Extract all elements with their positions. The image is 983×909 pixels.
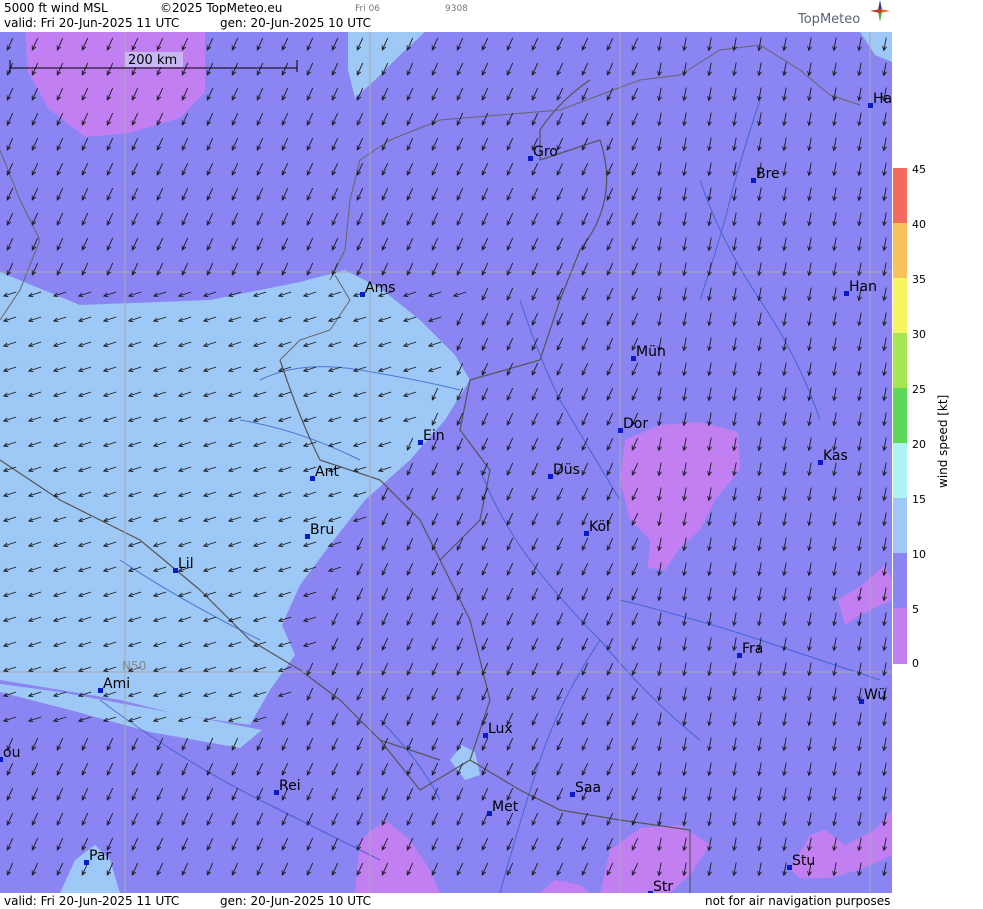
city-label: Saa — [575, 780, 601, 796]
legend-band-0-5 — [893, 608, 907, 664]
legend-band-15-20 — [893, 443, 907, 498]
legend-tick: 35 — [912, 273, 926, 286]
copyright-text: ©2025 TopMeteo.eu — [160, 1, 283, 15]
legend-band-30-35 — [893, 278, 907, 333]
legend-tick: 25 — [912, 383, 926, 396]
city-label: Han — [849, 279, 877, 295]
city-label: Met — [492, 799, 519, 815]
footer-generation-time: gen: 20-Jun-2025 10 UTC — [220, 894, 372, 908]
city-label: Ha — [873, 91, 892, 107]
compass-icon — [870, 0, 890, 22]
wind-map[interactable]: N50 200 km Ha Gro Bre Ams Han Mün Ein Dor Kas Ant… — [0, 32, 892, 893]
legend-band-40-45 — [893, 168, 907, 223]
city-label: ou — [3, 745, 20, 761]
legend-band-25-30 — [893, 333, 907, 388]
city-label: Str — [653, 879, 673, 893]
legend-tick: 0 — [912, 657, 919, 670]
header-bar: 5000 ft wind MSL ©2025 TopMeteo.eu Fri 0… — [0, 0, 892, 32]
city-label: Wü — [864, 687, 886, 703]
valid-time: valid: Fri 20-Jun-2025 11 UTC — [4, 16, 180, 30]
product-title: 5000 ft wind MSL — [4, 1, 108, 15]
legend-tick: 45 — [912, 163, 926, 176]
legend-tick: 5 — [912, 603, 919, 616]
city-label: Lux — [488, 721, 513, 737]
legend-band-10-15 — [893, 498, 907, 553]
city-label: Ein — [423, 428, 445, 444]
latitude-label: N50 — [122, 659, 146, 673]
city-label: Ami — [103, 676, 130, 692]
disclaimer-text: not for air navigation purposes — [705, 894, 891, 908]
footer-valid-time: valid: Fri 20-Jun-2025 11 UTC — [4, 894, 180, 908]
city-label: Ams — [365, 280, 396, 296]
city-label: Dor — [623, 416, 648, 432]
legend-title: wind speed [kt] — [936, 394, 950, 488]
legend-tick: 15 — [912, 493, 926, 506]
city-label: Fra — [742, 641, 763, 657]
legend-tick: 20 — [912, 438, 926, 451]
wind-speed-legend — [893, 168, 907, 664]
generation-time: gen: 20-Jun-2025 10 UTC — [220, 16, 372, 30]
legend-band-35-40 — [893, 223, 907, 278]
footer-bar: valid: Fri 20-Jun-2025 11 UTC gen: 20-Ju… — [0, 893, 892, 909]
legend-tick: 30 — [912, 328, 926, 341]
city-label: Kas — [823, 448, 848, 464]
city-label: Düs — [553, 462, 580, 478]
city-label: Stu — [792, 853, 815, 869]
city-label: Par — [89, 848, 111, 864]
brand-logo-text: TopMeteo — [798, 12, 861, 27]
city-label: Bre — [756, 166, 780, 182]
legend-tick: 40 — [912, 218, 926, 231]
legend-band-5-10 — [893, 553, 907, 608]
scale-bar-label: 200 km — [128, 53, 177, 68]
city-label: Lil — [178, 556, 194, 572]
city-label: Bru — [310, 522, 334, 538]
city-label: Ant — [315, 464, 339, 480]
brand-logo: TopMeteo — [798, 0, 890, 27]
legend-tick: 10 — [912, 548, 926, 561]
city-label: Mün — [636, 344, 666, 360]
model-code: 9308 — [445, 4, 468, 14]
time-slot: Fri 06 — [355, 4, 381, 14]
city-label: Rei — [279, 778, 301, 794]
legend-band-20-25 — [893, 388, 907, 443]
city-label: Gro — [533, 144, 558, 160]
city-label: Köl — [589, 519, 610, 535]
